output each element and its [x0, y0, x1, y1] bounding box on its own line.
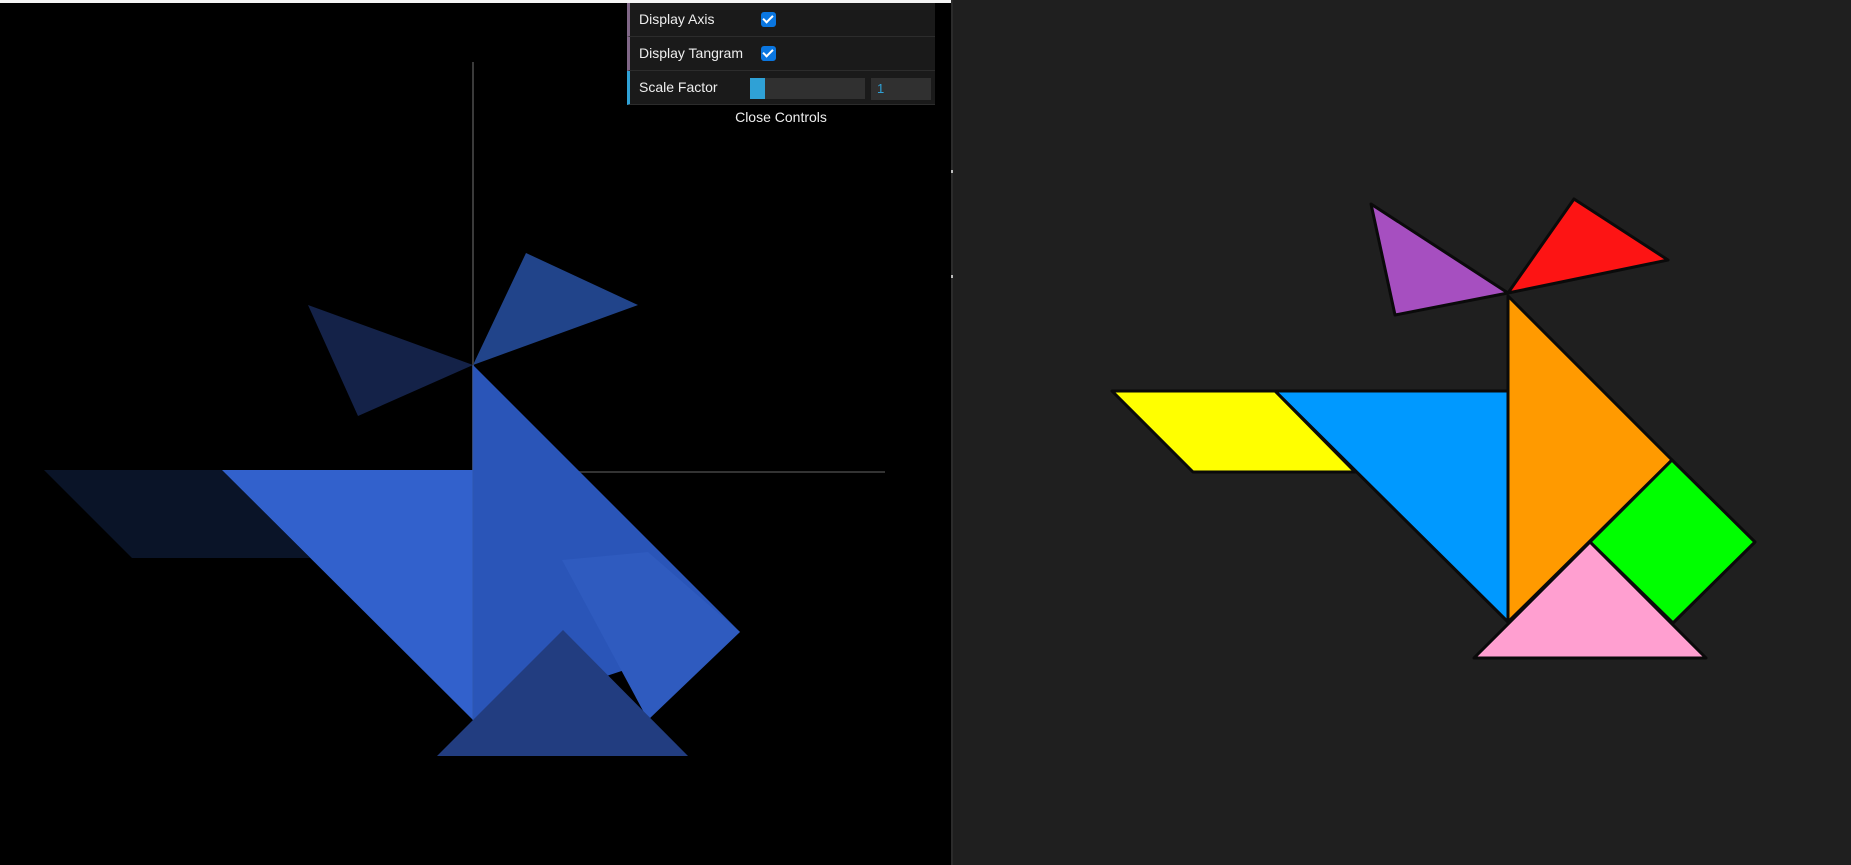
tangram-purple-triangle	[1369, 202, 1510, 317]
tangram-red-triangle	[1506, 197, 1670, 295]
scale-factor-label: Scale Factor	[639, 79, 718, 95]
scale-factor-input[interactable]: 1	[871, 78, 931, 100]
display-tangram-checkbox[interactable]	[761, 46, 776, 61]
3d-tangram-scene[interactable]	[0, 0, 953, 865]
scale-factor-slider-fill	[750, 78, 765, 99]
piece-3d-large-triangle-left	[222, 470, 473, 720]
display-axis-label: Display Axis	[639, 11, 715, 27]
3d-viewport[interactable]: Display Axis Display Tangram Scale Facto…	[0, 0, 953, 865]
piece-3d-dark-left-top-triangle	[308, 305, 473, 416]
piece-3d-top-right-triangle	[473, 253, 638, 365]
2d-tangram-panel	[953, 0, 1851, 865]
scale-factor-row: Scale Factor 1	[627, 71, 935, 105]
display-tangram-row[interactable]: Display Tangram	[627, 37, 935, 71]
controls-panel: Display Axis Display Tangram Scale Facto…	[627, 3, 935, 128]
display-axis-row[interactable]: Display Axis	[627, 3, 935, 37]
display-axis-checkbox[interactable]	[761, 12, 776, 27]
2d-tangram-scene	[1110, 197, 1757, 660]
scale-factor-slider[interactable]	[750, 78, 865, 99]
close-controls-button[interactable]: Close Controls	[627, 106, 935, 128]
display-tangram-label: Display Tangram	[639, 45, 744, 61]
